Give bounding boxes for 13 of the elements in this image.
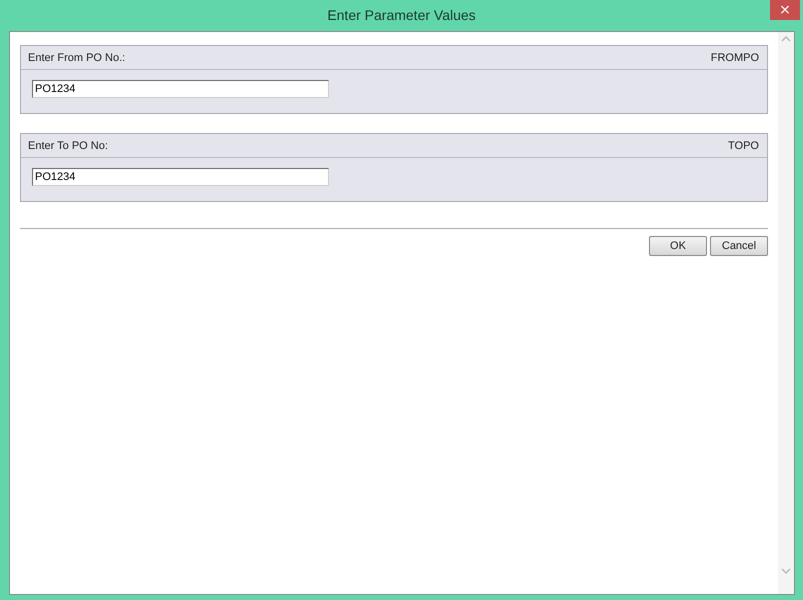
parameter-name: FROMPO <box>710 52 759 64</box>
cancel-button[interactable]: Cancel <box>710 236 768 256</box>
scroll-up-icon[interactable] <box>781 36 791 42</box>
parameter-prompt: Enter To PO No: <box>28 140 108 152</box>
input-field[interactable]: PO1234 <box>32 168 329 186</box>
scrollbar[interactable] <box>778 32 794 594</box>
ok-button[interactable]: OK <box>649 236 707 256</box>
parameter-prompt: Enter From PO No.: <box>28 52 126 64</box>
scroll-down-icon[interactable] <box>781 568 791 574</box>
window-title: Enter Parameter Values <box>327 6 476 25</box>
input-field[interactable]: PO1234 <box>32 80 329 98</box>
close-button[interactable]: × <box>770 0 800 20</box>
parameter-name: TOPO <box>728 140 759 152</box>
